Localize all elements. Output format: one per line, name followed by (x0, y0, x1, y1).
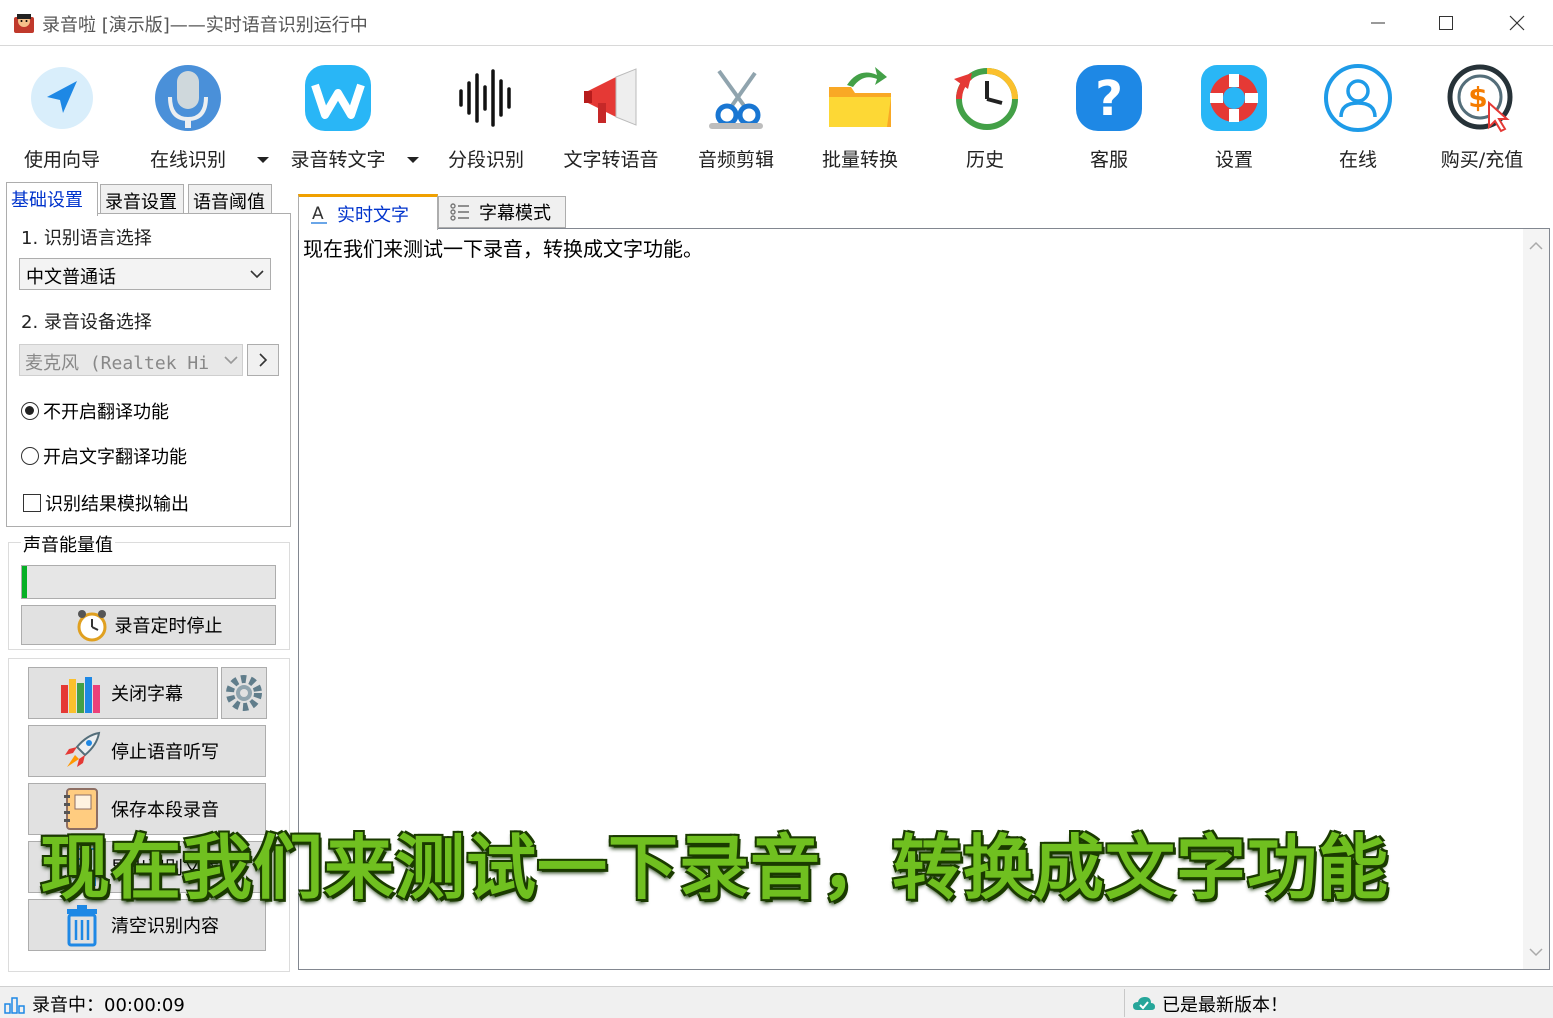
folder-arrow-icon (829, 67, 891, 127)
stop-dictation-button[interactable]: 停止语音听写 (28, 725, 266, 777)
toolbar-buy-recharge-button[interactable]: $ 购买/充值 (1422, 57, 1542, 171)
sound-energy-meter (21, 565, 276, 599)
tab-realtime-text[interactable]: A 实时文字 (298, 194, 438, 230)
translate-radio[interactable]: 开启文字翻译功能 (21, 443, 187, 469)
toolbar-history-button[interactable]: 历史 (925, 57, 1045, 171)
toolbar-online-button[interactable]: 在线 (1298, 57, 1418, 171)
recording-time: 录音中：00:00:09 (32, 995, 185, 1016)
maximize-button[interactable] (1411, 0, 1481, 46)
svg-text:A: A (312, 204, 324, 224)
user-circle-icon (1324, 64, 1392, 132)
no-translate-radio[interactable]: 不开启翻译功能 (21, 398, 169, 424)
tab-subtitle-mode[interactable]: 字幕模式 (438, 196, 566, 228)
crayons-icon (61, 677, 100, 713)
device-select-value: 麦克风 (Realtek Hi (25, 353, 210, 374)
status-separator (1124, 989, 1125, 1017)
rocket-icon (65, 731, 101, 767)
lifebuoy-icon (1201, 65, 1267, 131)
status-bar: 录音中：00:00:09 已是最新版本！ (0, 986, 1553, 1018)
cloud-check-icon (1133, 997, 1155, 1010)
close-subtitle-button[interactable]: 关闭字幕 (28, 667, 218, 719)
recording-status: 录音中：00:00:09 (4, 991, 185, 1017)
checkbox-unchecked-icon (23, 494, 41, 512)
recognized-text: 现在我们来测试一下录音，转换成文字功能。 (303, 237, 703, 261)
toolbar-online-recognition-button[interactable]: 在线识别 (128, 57, 248, 171)
basic-settings-panel: 1. 识别语言选择 中文普通话 2. 录音设备选择 麦克风 (Realtek H… (6, 213, 291, 527)
sound-energy-title: 声音能量值 (21, 531, 115, 557)
toolbar-recording-to-text-button[interactable]: 录音转文字 (278, 57, 398, 171)
device-label: 2. 录音设备选择 (21, 312, 152, 333)
chevron-down-icon[interactable] (406, 155, 420, 165)
minimize-icon (1371, 22, 1385, 24)
chevron-down-icon[interactable] (256, 155, 270, 165)
version-status: 已是最新版本！ (1132, 991, 1288, 1017)
close-icon (1509, 15, 1525, 31)
chevron-down-icon (224, 355, 238, 365)
chevron-down-icon (250, 270, 264, 279)
title-bar: 录音啦 [演示版]——实时语音识别运行中 (0, 0, 1553, 46)
subtitle-settings-button[interactable] (221, 667, 267, 719)
chevron-right-icon (259, 353, 268, 367)
toolbar-guide-button[interactable]: 使用向导 (2, 57, 122, 171)
sound-energy-fill (22, 566, 28, 598)
bar-chart-icon (4, 997, 25, 1014)
chevron-up-icon[interactable] (1529, 241, 1543, 251)
view-tab-strip: A 实时文字 字幕模式 (298, 194, 598, 230)
sound-energy-group: 声音能量值 录音定时停止 (8, 531, 290, 650)
radio-unchecked-icon (21, 447, 39, 465)
language-select[interactable]: 中文普通话 (19, 258, 271, 290)
device-next-button[interactable] (247, 344, 279, 376)
simulate-output-checkbox[interactable]: 识别结果模拟输出 (23, 490, 189, 516)
font-a-icon: A (311, 204, 327, 224)
vertical-scrollbar[interactable] (1523, 229, 1549, 969)
gear-icon (226, 675, 262, 711)
language-label: 1. 识别语言选择 (21, 228, 152, 249)
question-icon: ? (1076, 65, 1142, 131)
svg-text:$: $ (1468, 81, 1487, 114)
subtitle-overlay: 现在我们来测试一下录音，转换成文字功能 (40, 827, 1389, 909)
toolbar-text-to-speech-button[interactable]: 文字转语音 (551, 57, 671, 171)
app-logo-icon (12, 11, 36, 35)
tab-recording-settings[interactable]: 录音设置 (100, 184, 184, 214)
device-select[interactable]: 麦克风 (Realtek Hi (19, 344, 243, 376)
main-toolbar: 使用向导 在线识别 录音转文字 分段识别 文字转语音 音频剪辑 批量转换 历史 … (0, 47, 1553, 177)
close-button[interactable] (1482, 0, 1552, 46)
tab-basic-settings[interactable]: 基础设置 (6, 182, 98, 216)
scissors-icon (709, 69, 763, 129)
toolbar-segment-recognition-button[interactable]: 分段识别 (426, 57, 546, 171)
waveform-icon (459, 69, 511, 127)
minimize-button[interactable] (1343, 0, 1413, 46)
microphone-icon (155, 65, 221, 131)
radio-checked-icon (21, 402, 39, 420)
navigation-arrow-icon (31, 67, 93, 129)
megaphone-icon (584, 68, 637, 126)
alarm-clock-icon (77, 610, 106, 642)
chevron-down-icon[interactable] (1529, 947, 1543, 957)
timed-stop-button[interactable]: 录音定时停止 (21, 605, 276, 645)
list-icon (450, 203, 469, 221)
toolbar-audio-edit-button[interactable]: 音频剪辑 (676, 57, 796, 171)
language-select-value: 中文普通话 (26, 267, 116, 288)
history-clock-icon (954, 68, 1018, 130)
toolbar-settings-button[interactable]: 设置 (1174, 57, 1294, 171)
toolbar-support-button[interactable]: ? 客服 (1049, 57, 1169, 171)
svg-text:?: ? (1095, 71, 1123, 127)
tab-voice-threshold[interactable]: 语音阈值 (188, 184, 272, 214)
toolbar-batch-convert-button[interactable]: 批量转换 (800, 57, 920, 171)
w-logo-icon (305, 65, 371, 131)
settings-tab-strip: 基础设置 录音设置 语音阈值 (6, 182, 291, 216)
maximize-icon (1439, 16, 1453, 30)
dollar-cursor-icon: $ (1447, 64, 1513, 133)
window-title: 录音啦 [演示版]——实时语音识别运行中 (42, 15, 368, 36)
